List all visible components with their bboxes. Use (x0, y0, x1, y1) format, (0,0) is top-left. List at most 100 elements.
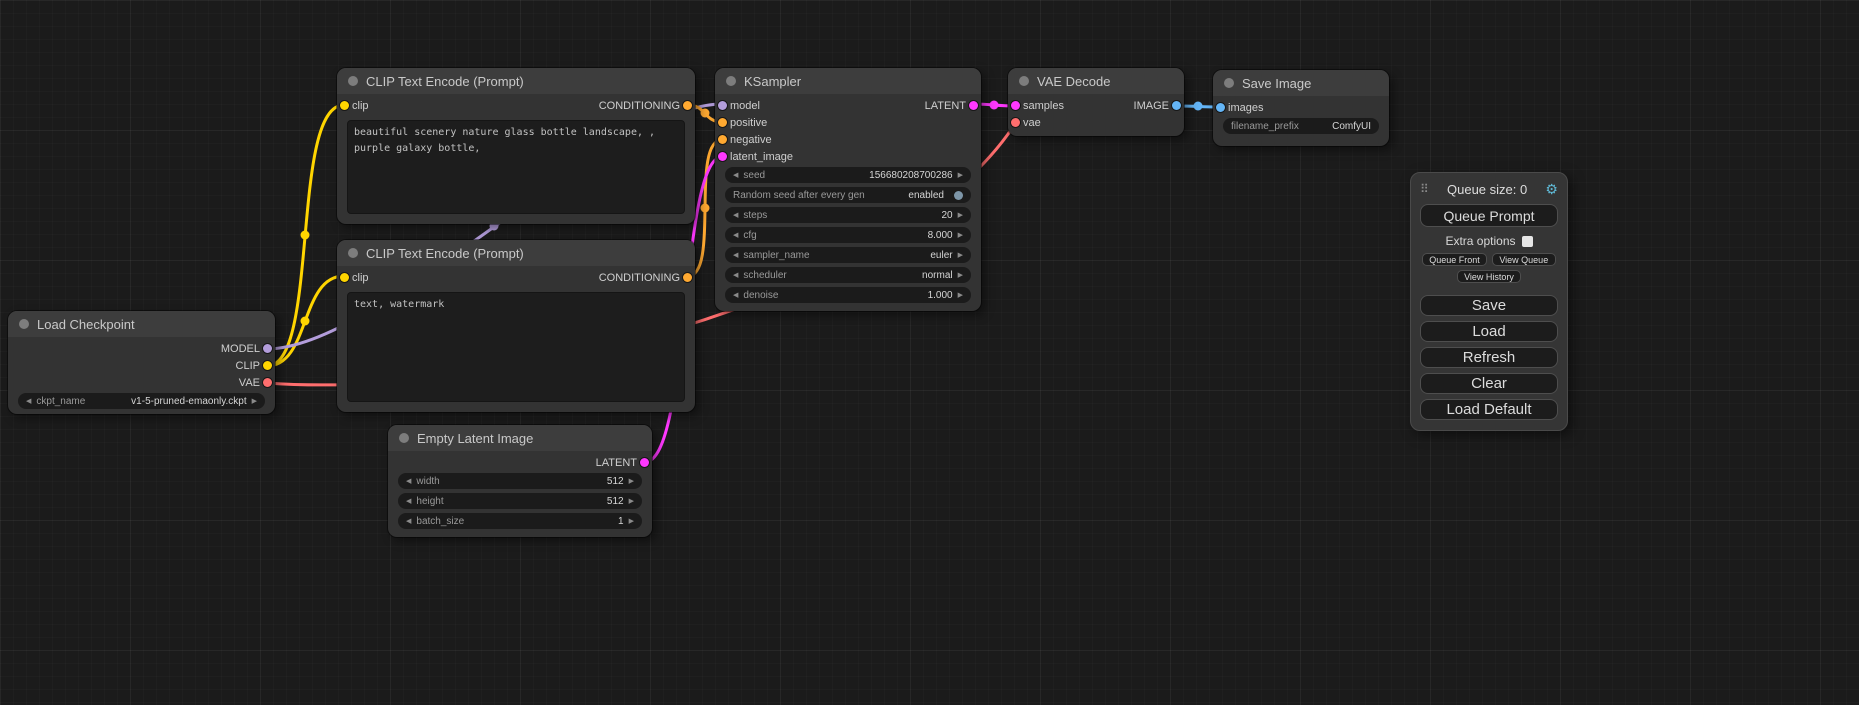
input-slot-clip[interactable] (340, 101, 349, 110)
arrow-right-icon[interactable]: ▶ (629, 518, 634, 525)
drag-handle-icon[interactable]: ⠿ (1420, 182, 1429, 196)
arrow-right-icon[interactable]: ▶ (958, 292, 963, 299)
input-slot-latent-image[interactable] (718, 152, 727, 161)
node-vae-decode[interactable]: VAE Decode samples IMAGE vae (1008, 68, 1184, 136)
graph-canvas[interactable]: Load Checkpoint MODEL CLIP VAE ◀ ckpt_na… (0, 0, 1859, 705)
arrow-left-icon[interactable]: ◀ (733, 272, 738, 279)
node-clip-text-encode-positive[interactable]: CLIP Text Encode (Prompt) clip CONDITION… (337, 68, 695, 224)
prompt-textarea[interactable]: text, watermark (347, 292, 685, 402)
widget-filename-prefix[interactable]: filename_prefix ComfyUI (1223, 118, 1379, 134)
output-slot-vae[interactable] (263, 378, 272, 387)
view-queue-button[interactable]: View Queue (1492, 253, 1556, 266)
input-slot-model[interactable] (718, 101, 727, 110)
widget-ckpt-name[interactable]: ◀ ckpt_name v1-5-pruned-emaonly.ckpt ▶ (18, 393, 265, 409)
link-midpoint-dot[interactable] (301, 231, 310, 240)
widget-scheduler[interactable]: ◀ scheduler normal ▶ (725, 267, 971, 283)
collapse-dot-icon[interactable] (1019, 76, 1029, 86)
widget-value: ComfyUI (1332, 121, 1371, 132)
arrow-right-icon[interactable]: ▶ (958, 172, 963, 179)
arrow-right-icon[interactable]: ▶ (958, 252, 963, 259)
input-slot-samples[interactable] (1011, 101, 1020, 110)
input-slot-clip[interactable] (340, 273, 349, 282)
output-slot-latent[interactable] (969, 101, 978, 110)
widget-batch-size[interactable]: ◀ batch_size 1 ▶ (398, 513, 642, 529)
view-history-button[interactable]: View History (1457, 270, 1521, 283)
widget-denoise[interactable]: ◀ denoise 1.000 ▶ (725, 287, 971, 303)
node-title-bar[interactable]: CLIP Text Encode (Prompt) (337, 240, 695, 266)
arrow-left-icon[interactable]: ◀ (733, 172, 738, 179)
link-midpoint-dot[interactable] (701, 109, 710, 118)
queue-prompt-button[interactable]: Queue Prompt (1420, 204, 1558, 227)
arrow-left-icon[interactable]: ◀ (406, 498, 411, 505)
output-slot-conditioning[interactable] (683, 101, 692, 110)
arrow-left-icon[interactable]: ◀ (733, 252, 738, 259)
widget-steps[interactable]: ◀ steps 20 ▶ (725, 207, 971, 223)
widget-height[interactable]: ◀ height 512 ▶ (398, 493, 642, 509)
link-midpoint-dot[interactable] (1194, 102, 1203, 111)
input-label-clip: clip (352, 100, 369, 112)
node-title-bar[interactable]: Load Checkpoint (8, 311, 275, 337)
arrow-right-icon[interactable]: ▶ (958, 232, 963, 239)
node-title-bar[interactable]: Save Image (1213, 70, 1389, 96)
arrow-left-icon[interactable]: ◀ (733, 292, 738, 299)
input-slot-negative[interactable] (718, 135, 727, 144)
node-save-image[interactable]: Save Image images filename_prefix ComfyU… (1213, 70, 1389, 146)
widget-random-seed-toggle[interactable]: Random seed after every gen enabled (725, 187, 971, 203)
widget-seed[interactable]: ◀ seed 156680208700286 ▶ (725, 167, 971, 183)
output-label-latent: LATENT (596, 457, 637, 469)
link-midpoint-dot[interactable] (990, 101, 999, 110)
input-slot-positive[interactable] (718, 118, 727, 127)
arrow-right-icon[interactable]: ▶ (958, 212, 963, 219)
settings-gear-icon[interactable]: ⚙ (1545, 182, 1558, 196)
output-slot-clip[interactable] (263, 361, 272, 370)
arrow-left-icon[interactable]: ◀ (406, 518, 411, 525)
arrow-right-icon[interactable]: ▶ (629, 478, 634, 485)
node-title-bar[interactable]: KSampler (715, 68, 981, 94)
output-slot-image[interactable] (1172, 101, 1181, 110)
refresh-button[interactable]: Refresh (1420, 347, 1558, 368)
queue-front-button[interactable]: Queue Front (1422, 253, 1487, 266)
widget-sampler-name[interactable]: ◀ sampler_name euler ▶ (725, 247, 971, 263)
output-slot-model[interactable] (263, 344, 272, 353)
link-midpoint-dot[interactable] (301, 317, 310, 326)
clear-button[interactable]: Clear (1420, 373, 1558, 394)
widget-label: denoise (743, 290, 778, 301)
load-button[interactable]: Load (1420, 321, 1558, 342)
output-slot-latent[interactable] (640, 458, 649, 467)
arrow-left-icon[interactable]: ◀ (733, 232, 738, 239)
toggle-dot-icon[interactable] (954, 191, 963, 200)
arrow-right-icon[interactable]: ▶ (958, 272, 963, 279)
node-clip-text-encode-negative[interactable]: CLIP Text Encode (Prompt) clip CONDITION… (337, 240, 695, 412)
save-button[interactable]: Save (1420, 295, 1558, 316)
node-title-bar[interactable]: VAE Decode (1008, 68, 1184, 94)
node-empty-latent-image[interactable]: Empty Latent Image LATENT ◀ width 512 ▶ … (388, 425, 652, 537)
collapse-dot-icon[interactable] (348, 248, 358, 258)
widget-label: cfg (743, 230, 756, 241)
extra-options-checkbox[interactable] (1522, 236, 1533, 247)
load-default-button[interactable]: Load Default (1420, 399, 1558, 420)
widget-cfg[interactable]: ◀ cfg 8.000 ▶ (725, 227, 971, 243)
input-slot-images[interactable] (1216, 103, 1225, 112)
collapse-dot-icon[interactable] (1224, 78, 1234, 88)
link-midpoint-dot[interactable] (701, 204, 710, 213)
arrow-left-icon[interactable]: ◀ (733, 212, 738, 219)
input-label-model: model (730, 100, 760, 112)
arrow-left-icon[interactable]: ◀ (406, 478, 411, 485)
collapse-dot-icon[interactable] (399, 433, 409, 443)
arrow-right-icon[interactable]: ▶ (629, 498, 634, 505)
collapse-dot-icon[interactable] (19, 319, 29, 329)
node-title-bar[interactable]: CLIP Text Encode (Prompt) (337, 68, 695, 94)
arrow-left-icon[interactable]: ◀ (26, 398, 31, 405)
collapse-dot-icon[interactable] (348, 76, 358, 86)
node-title: VAE Decode (1037, 74, 1110, 89)
output-slot-conditioning[interactable] (683, 273, 692, 282)
node-load-checkpoint[interactable]: Load Checkpoint MODEL CLIP VAE ◀ ckpt_na… (8, 311, 275, 414)
prompt-textarea[interactable]: beautiful scenery nature glass bottle la… (347, 120, 685, 214)
widget-width[interactable]: ◀ width 512 ▶ (398, 473, 642, 489)
input-slot-vae[interactable] (1011, 118, 1020, 127)
node-title-bar[interactable]: Empty Latent Image (388, 425, 652, 451)
queue-size-label: Queue size: 0 (1447, 182, 1527, 197)
arrow-right-icon[interactable]: ▶ (252, 398, 257, 405)
node-ksampler[interactable]: KSampler model LATENT positive negative … (715, 68, 981, 311)
collapse-dot-icon[interactable] (726, 76, 736, 86)
